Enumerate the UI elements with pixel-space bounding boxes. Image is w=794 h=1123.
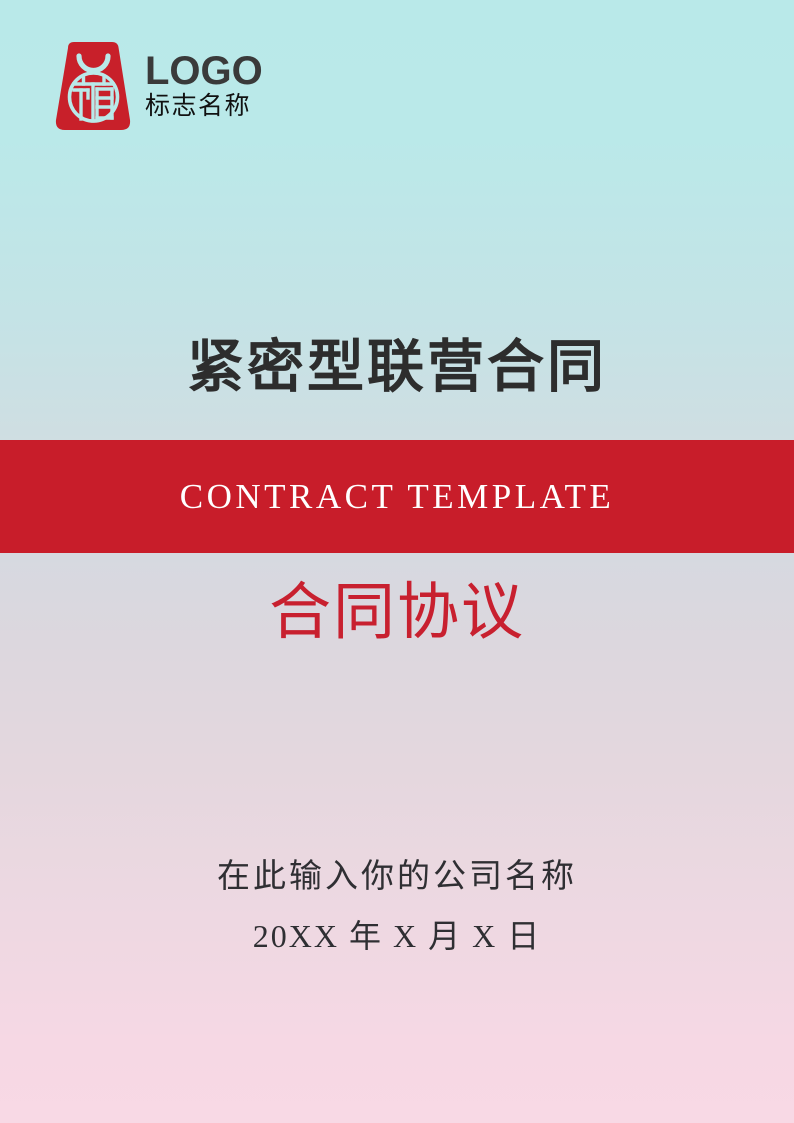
document-cover-page: LOGO 标志名称 紧密型联营合同 CONTRACT TEMPLATE 合同协议… [0, 0, 794, 1123]
date-placeholder: 20XX 年 X 月 X 日 [252, 917, 542, 954]
logo-wordmark: LOGO [145, 48, 263, 93]
footer-block: 在此输入你的公司名称 20XX 年 X 月 X 日 [0, 856, 794, 957]
logo-block: LOGO 标志名称 [50, 40, 263, 132]
page-subtitle: 合同协议 [268, 578, 525, 647]
shopping-bag-fu-logo-icon [50, 40, 136, 132]
banner-label: CONTRACT TEMPLATE [179, 476, 615, 516]
red-banner: CONTRACT TEMPLATE [0, 440, 794, 553]
logo-text-group: LOGO 标志名称 [145, 48, 263, 122]
company-name-placeholder: 在此输入你的公司名称 [217, 859, 577, 895]
page-title: 紧密型联营合同 [187, 335, 607, 399]
logo-subtitle: 标志名称 [145, 92, 252, 120]
